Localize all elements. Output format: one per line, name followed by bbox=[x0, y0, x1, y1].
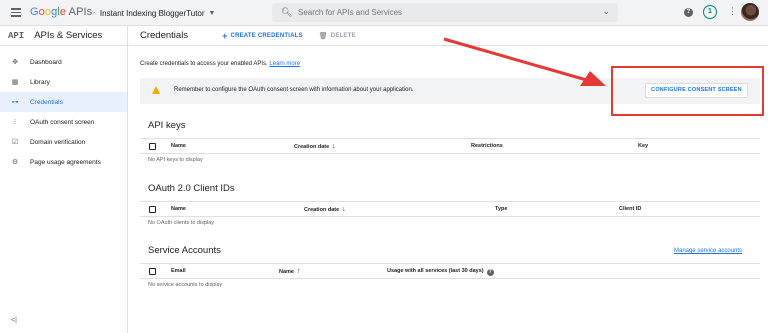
column-header-label: Usage with all services (last 30 days) bbox=[387, 268, 484, 274]
column-header-type[interactable]: Type bbox=[495, 206, 507, 212]
oauth-table-header: Name Creation date ↓ Type Client ID bbox=[140, 201, 760, 217]
column-header-email[interactable]: Email bbox=[171, 268, 186, 274]
warning-icon bbox=[152, 86, 160, 94]
consent-icon: ⁝ bbox=[13, 119, 17, 126]
library-icon: ▦ bbox=[11, 79, 19, 86]
plus-icon: + bbox=[222, 30, 228, 41]
oauth-empty-text: No OAuth clients to display bbox=[148, 220, 215, 226]
intro-sentence: Create credentials to access your enable… bbox=[140, 61, 268, 67]
sidebar-item-label: Domain verification bbox=[30, 138, 86, 146]
search-bar[interactable]: 🔍︎ ⌄ bbox=[272, 3, 618, 22]
arrow-down-icon: ↓ bbox=[342, 206, 346, 213]
search-icon: 🔍︎ bbox=[281, 7, 293, 17]
avatar[interactable] bbox=[741, 3, 759, 21]
sidebar-item-domain-verification[interactable]: ☑ Domain verification bbox=[0, 132, 127, 152]
select-all-checkbox[interactable] bbox=[149, 143, 156, 150]
key-icon: ⊶ bbox=[11, 99, 19, 106]
column-header-label: Name bbox=[279, 269, 294, 275]
sidebar-header: API APIs & Services bbox=[0, 26, 127, 46]
oauth-client-ids-title: OAuth 2.0 Client IDs bbox=[148, 183, 235, 194]
create-credentials-label: CREATE CREDENTIALS bbox=[230, 32, 303, 39]
sidebar: API APIs & Services ✥ Dashboard ▦ Librar… bbox=[0, 26, 128, 333]
help-icon[interactable]: ? bbox=[486, 269, 494, 276]
sidebar-item-label: Credentials bbox=[30, 98, 63, 106]
top-app-bar: Google APIs ⁘ Instant Indexing BloggerTu… bbox=[0, 0, 768, 26]
dashboard-icon: ✥ bbox=[12, 59, 18, 66]
sidebar-item-label: Library bbox=[30, 78, 50, 86]
select-all-checkbox[interactable] bbox=[149, 206, 156, 213]
column-header-name[interactable]: Name bbox=[171, 206, 186, 212]
help-icon[interactable]: ? bbox=[684, 8, 693, 17]
sidebar-item-page-usage-agreements[interactable]: ⚙ Page usage agreements bbox=[0, 152, 127, 172]
sidebar-item-library[interactable]: ▦ Library bbox=[0, 72, 127, 92]
sidebar-item-label: OAuth consent screen bbox=[30, 118, 95, 126]
column-header-creation-date[interactable]: Creation date ↓ bbox=[294, 143, 336, 150]
project-selector[interactable]: ⁘ Instant Indexing BloggerTutor ▼ bbox=[90, 5, 215, 21]
more-vert-icon[interactable]: ⋮ bbox=[728, 6, 737, 17]
service-accounts-title: Service Accounts bbox=[148, 245, 221, 256]
column-header-usage[interactable]: Usage with all services (last 30 days)? bbox=[387, 268, 494, 276]
google-apis-logo[interactable]: Google APIs bbox=[30, 6, 92, 18]
manage-service-accounts-link[interactable]: Manage service accounts bbox=[674, 248, 742, 254]
arrow-up-icon: ↑ bbox=[296, 268, 301, 275]
column-header-client-id[interactable]: Client ID bbox=[619, 206, 641, 212]
settings-icon: ⚙ bbox=[11, 159, 19, 166]
project-icon: ⁘ bbox=[90, 10, 96, 17]
column-header-label: Creation date bbox=[304, 207, 340, 213]
annotation-highlight-box bbox=[611, 66, 764, 116]
intro-text: Create credentials to access your enable… bbox=[140, 61, 300, 67]
sidebar-item-label: Page usage agreements bbox=[30, 158, 101, 166]
column-header-creation-date[interactable]: Creation date ↓ bbox=[304, 206, 346, 213]
column-header-restrictions[interactable]: Restrictions bbox=[471, 143, 503, 149]
project-name: Instant Indexing BloggerTutor bbox=[99, 8, 205, 18]
sidebar-item-credentials[interactable]: ⊶ Credentials bbox=[0, 92, 127, 112]
sidebar-title: APIs & Services bbox=[34, 30, 103, 41]
learn-more-link[interactable]: Learn more bbox=[269, 61, 300, 67]
sidebar-item-label: Dashboard bbox=[30, 58, 62, 66]
search-expand-chevron-icon[interactable]: ⌄ bbox=[602, 6, 610, 17]
api-badge: API bbox=[8, 30, 25, 41]
banner-message: Remember to configure the OAuth consent … bbox=[174, 87, 414, 93]
service-accounts-empty-text: No service accounts to display bbox=[148, 282, 223, 288]
page-title: Credentials bbox=[140, 30, 189, 41]
create-credentials-button[interactable]: + CREATE CREDENTIALS bbox=[222, 31, 303, 41]
hamburger-menu-icon[interactable] bbox=[11, 8, 21, 17]
logo-apis-text: APIs bbox=[68, 6, 93, 18]
delete-button[interactable]: 🗑︎ DELETE bbox=[319, 32, 356, 40]
column-header-key[interactable]: Key bbox=[638, 143, 648, 149]
search-input[interactable] bbox=[298, 6, 588, 19]
sidebar-item-dashboard[interactable]: ✥ Dashboard bbox=[0, 52, 127, 72]
delete-label: DELETE bbox=[330, 32, 356, 39]
api-keys-table-header: Name Creation date ↓ Restrictions Key bbox=[140, 138, 760, 154]
column-header-name[interactable]: Name ↑ bbox=[279, 268, 300, 275]
service-accounts-table-header: Email Name ↑ Usage with all services (las… bbox=[140, 263, 760, 279]
api-keys-title: API keys bbox=[148, 120, 186, 131]
chevron-down-icon: ▼ bbox=[208, 9, 216, 17]
column-header-name[interactable]: Name bbox=[171, 143, 186, 149]
collapse-sidebar-icon[interactable]: <| bbox=[11, 317, 17, 324]
notification-icon[interactable]: 1 bbox=[703, 5, 717, 19]
annotation-arrow bbox=[443, 37, 606, 86]
column-header-label: Creation date bbox=[294, 144, 330, 150]
logo-google-text: Google bbox=[30, 6, 67, 18]
arrow-down-icon: ↓ bbox=[332, 143, 336, 150]
select-all-checkbox[interactable] bbox=[149, 268, 156, 275]
trash-icon: 🗑︎ bbox=[318, 32, 328, 40]
sidebar-item-oauth-consent-screen[interactable]: ⁝ OAuth consent screen bbox=[0, 112, 127, 132]
api-keys-empty-text: No API keys to display bbox=[148, 157, 203, 163]
verify-icon: ☑ bbox=[11, 139, 19, 146]
